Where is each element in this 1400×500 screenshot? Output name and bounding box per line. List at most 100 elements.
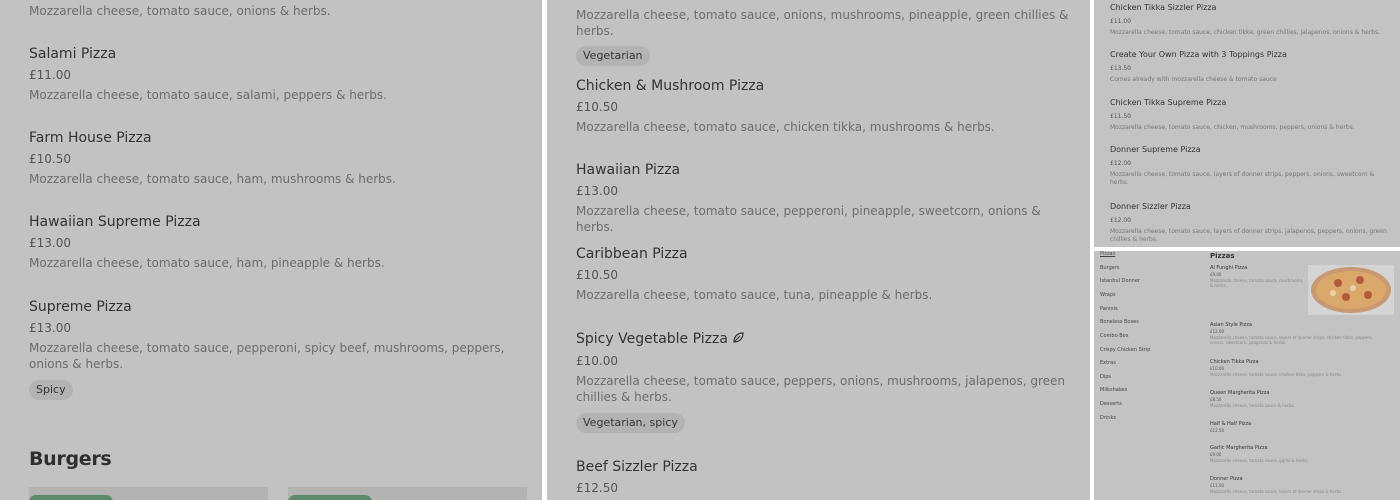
nav-item-combo-box[interactable]: Combo Box xyxy=(1100,333,1129,339)
menu-item[interactable]: Hawaiian Supreme Pizza £13.00 Mozzarella… xyxy=(29,213,519,271)
nav-item-paninis[interactable]: Paninis xyxy=(1100,306,1118,312)
item-price: £12.00 xyxy=(1110,217,1131,224)
item-price: £11.00 xyxy=(29,68,71,82)
menu-item[interactable]: Chicken & Mushroom Pizza £10.50 Mozzarel… xyxy=(576,77,1076,135)
dietary-tag: Vegetarian, spicy xyxy=(576,413,685,433)
item-description: Mozzarella cheese, tomato sauce, peppero… xyxy=(576,204,1041,234)
item-description: Mozzarella cheese, tomato sauce, onions … xyxy=(29,4,331,18)
menu-panel-right-top: Chicken Tikka Sizzler Pizza £11.00 Mozza… xyxy=(1094,0,1400,247)
nav-item-crispy-chicken-strip[interactable]: Crispy Chicken Strip xyxy=(1100,347,1150,353)
item-description: Mozzarella cheese, tomato sauce, layers … xyxy=(1110,171,1375,186)
item-description: Mozzarella cheese, tomato sauce, chicken… xyxy=(1110,29,1381,36)
menu-item-partial: Mozzarella cheese, tomato sauce, onions,… xyxy=(576,7,1076,66)
menu-item-partial: Mozzarella cheese, tomato sauce, onions … xyxy=(29,3,519,19)
item-name: Supreme Pizza xyxy=(29,299,132,315)
item-name: Donner Supreme Pizza xyxy=(1110,145,1201,154)
item-price: £8.50 xyxy=(1210,397,1222,402)
menu-item[interactable]: Chicken Tikka Pizza £10.00 Mozzarella ch… xyxy=(1210,359,1390,377)
nav-item-drinks[interactable]: Drinks xyxy=(1100,415,1116,421)
card-badge xyxy=(29,495,113,500)
section-heading: Pizzas xyxy=(1210,252,1235,260)
menu-item[interactable]: Donner Pizza £11.00 Mozzarella cheese, t… xyxy=(1210,476,1390,494)
item-price: £10.50 xyxy=(29,152,71,166)
section-heading: Burgers xyxy=(29,448,112,470)
card-badge xyxy=(288,495,372,500)
item-description: Mozzarella cheese, tomato sauce, peppers… xyxy=(576,374,1066,404)
item-description: Mozzarella cheese, tomato sauce, layers … xyxy=(1210,335,1373,345)
item-name: Chicken Tikka Sizzler Pizza xyxy=(1110,3,1217,12)
item-description: Mozzarella cheese, tomato sauce, chicken… xyxy=(1110,124,1355,131)
menu-item[interactable]: Create Your Own Pizza with 3 Toppings Pi… xyxy=(1110,50,1390,84)
menu-item[interactable]: Chicken Tikka Sizzler Pizza £11.00 Mozza… xyxy=(1110,3,1390,37)
menu-item[interactable]: Donner Supreme Pizza £12.00 Mozzarella c… xyxy=(1110,145,1390,187)
item-price: £10.00 xyxy=(1210,366,1224,371)
item-price: £10.50 xyxy=(576,268,618,282)
nav-item-pizzas[interactable]: Pizzas xyxy=(1100,251,1115,257)
item-price: £12.50 xyxy=(576,481,618,495)
nav-item-boneless-boxes[interactable]: Boneless Boxes xyxy=(1100,319,1139,325)
item-name: Spicy Vegetable Pizza xyxy=(576,331,728,347)
product-card[interactable] xyxy=(29,487,268,500)
menu-item[interactable]: Spicy Vegetable Pizza £10.00 Mozzarella … xyxy=(576,330,1076,433)
item-price: £11.00 xyxy=(1210,483,1224,488)
item-price: £13.00 xyxy=(29,321,71,335)
product-card[interactable] xyxy=(288,487,527,500)
menu-item[interactable]: Asian Style Pizza £12.00 Mozzarella chee… xyxy=(1210,322,1390,345)
item-name: Chicken & Mushroom Pizza xyxy=(576,78,765,94)
item-description: Mozzarella cheese, tomato sauce, peppero… xyxy=(29,341,505,371)
item-description: Mozzarella cheese, tomato sauce, garlic … xyxy=(1210,458,1309,463)
menu-item[interactable]: Donner Sizzler Pizza £12.00 Mozzarella c… xyxy=(1110,202,1390,244)
menu-item[interactable]: Salami Pizza £11.00 Mozzarella cheese, t… xyxy=(29,45,519,103)
item-description: Mozzarella cheese, tomato sauce, layers … xyxy=(1210,489,1343,494)
item-price: £12.00 xyxy=(1110,160,1131,167)
item-price: £12.50 xyxy=(1210,428,1224,433)
menu-item[interactable]: Caribbean Pizza £10.50 Mozzarella cheese… xyxy=(576,245,1076,303)
dietary-tag: Vegetarian xyxy=(576,46,650,66)
item-price: £11.50 xyxy=(1110,113,1131,120)
nav-item-extras[interactable]: Extras xyxy=(1100,360,1116,366)
menu-item[interactable]: Hawaiian Pizza £13.00 Mozzarella cheese,… xyxy=(576,161,1076,235)
item-name: Create Your Own Pizza with 3 Toppings Pi… xyxy=(1110,50,1287,59)
item-description: Mozzarella cheese, tomato sauce, chicken… xyxy=(1210,372,1343,377)
menu-item[interactable]: Beef Sizzler Pizza £12.50 xyxy=(576,458,1076,496)
menu-item[interactable]: Farm House Pizza £10.50 Mozzarella chees… xyxy=(29,129,519,187)
menu-panel-right-bottom: Pizzas Burgers Istanbul Donner Wraps Pan… xyxy=(1094,251,1400,500)
item-price: £12.00 xyxy=(1210,329,1224,334)
item-name: Donner Sizzler Pizza xyxy=(1110,202,1191,211)
item-name: Hawaiian Pizza xyxy=(576,162,681,178)
menu-item[interactable]: Garlic Margherita Pizza £9.00 Mozzarella… xyxy=(1210,445,1390,463)
item-price: £9.00 xyxy=(1210,452,1222,457)
item-name: Salami Pizza xyxy=(29,46,117,62)
nav-item-wraps[interactable]: Wraps xyxy=(1100,292,1116,298)
menu-item[interactable]: Half & Half Pizza £12.50 xyxy=(1210,421,1390,433)
nav-item-istanbul-donner[interactable]: Istanbul Donner xyxy=(1100,278,1140,284)
item-description: Mozzarella cheese, tomato sauce, chicken… xyxy=(576,120,995,134)
menu-item[interactable]: Queen Margherita Pizza £8.50 Mozzarella … xyxy=(1210,390,1390,408)
menu-item[interactable]: Supreme Pizza £13.00 Mozzarella cheese, … xyxy=(29,298,519,400)
item-description: Mozzarella cheese, tomato sauce & herbs. xyxy=(1210,403,1295,408)
nav-item-dips[interactable]: Dips xyxy=(1100,374,1111,380)
item-name: Donner Pizza xyxy=(1210,476,1243,482)
dietary-tag: Spicy xyxy=(29,380,73,400)
nav-item-desserts[interactable]: Desserts xyxy=(1100,401,1122,407)
menu-item[interactable]: Chicken Tikka Supreme Pizza £11.50 Mozza… xyxy=(1110,98,1390,132)
item-name: Queen Margherita Pizza xyxy=(1210,390,1270,396)
item-description: Mozzarella cheese, tomato sauce, mushroo… xyxy=(1210,278,1303,288)
item-price: £10.50 xyxy=(576,100,618,114)
item-name: Caribbean Pizza xyxy=(576,246,688,262)
item-description: Mozzarella cheese, tomato sauce, ham, pi… xyxy=(29,256,385,270)
item-price: £13.00 xyxy=(29,236,71,250)
item-name: Half & Half Pizza xyxy=(1210,421,1252,427)
item-price: £11.00 xyxy=(1110,18,1131,25)
item-description: Mozzarella cheese, tomato sauce, salami,… xyxy=(29,88,387,102)
nav-item-milkshakes[interactable]: Milkshakes xyxy=(1100,387,1127,393)
item-description: Mozzarella cheese, tomato sauce, ham, mu… xyxy=(29,172,396,186)
menu-panel-left: Mozzarella cheese, tomato sauce, onions … xyxy=(0,0,542,500)
pizza-image[interactable] xyxy=(1308,265,1394,315)
nav-item-burgers[interactable]: Burgers xyxy=(1100,265,1119,271)
item-name: Beef Sizzler Pizza xyxy=(576,459,698,475)
item-name: Farm House Pizza xyxy=(29,130,152,146)
item-price: £13.50 xyxy=(1110,65,1131,72)
item-name: Garlic Margherita Pizza xyxy=(1210,445,1268,451)
item-description: Comes already with mozzarella cheese & t… xyxy=(1110,76,1277,83)
